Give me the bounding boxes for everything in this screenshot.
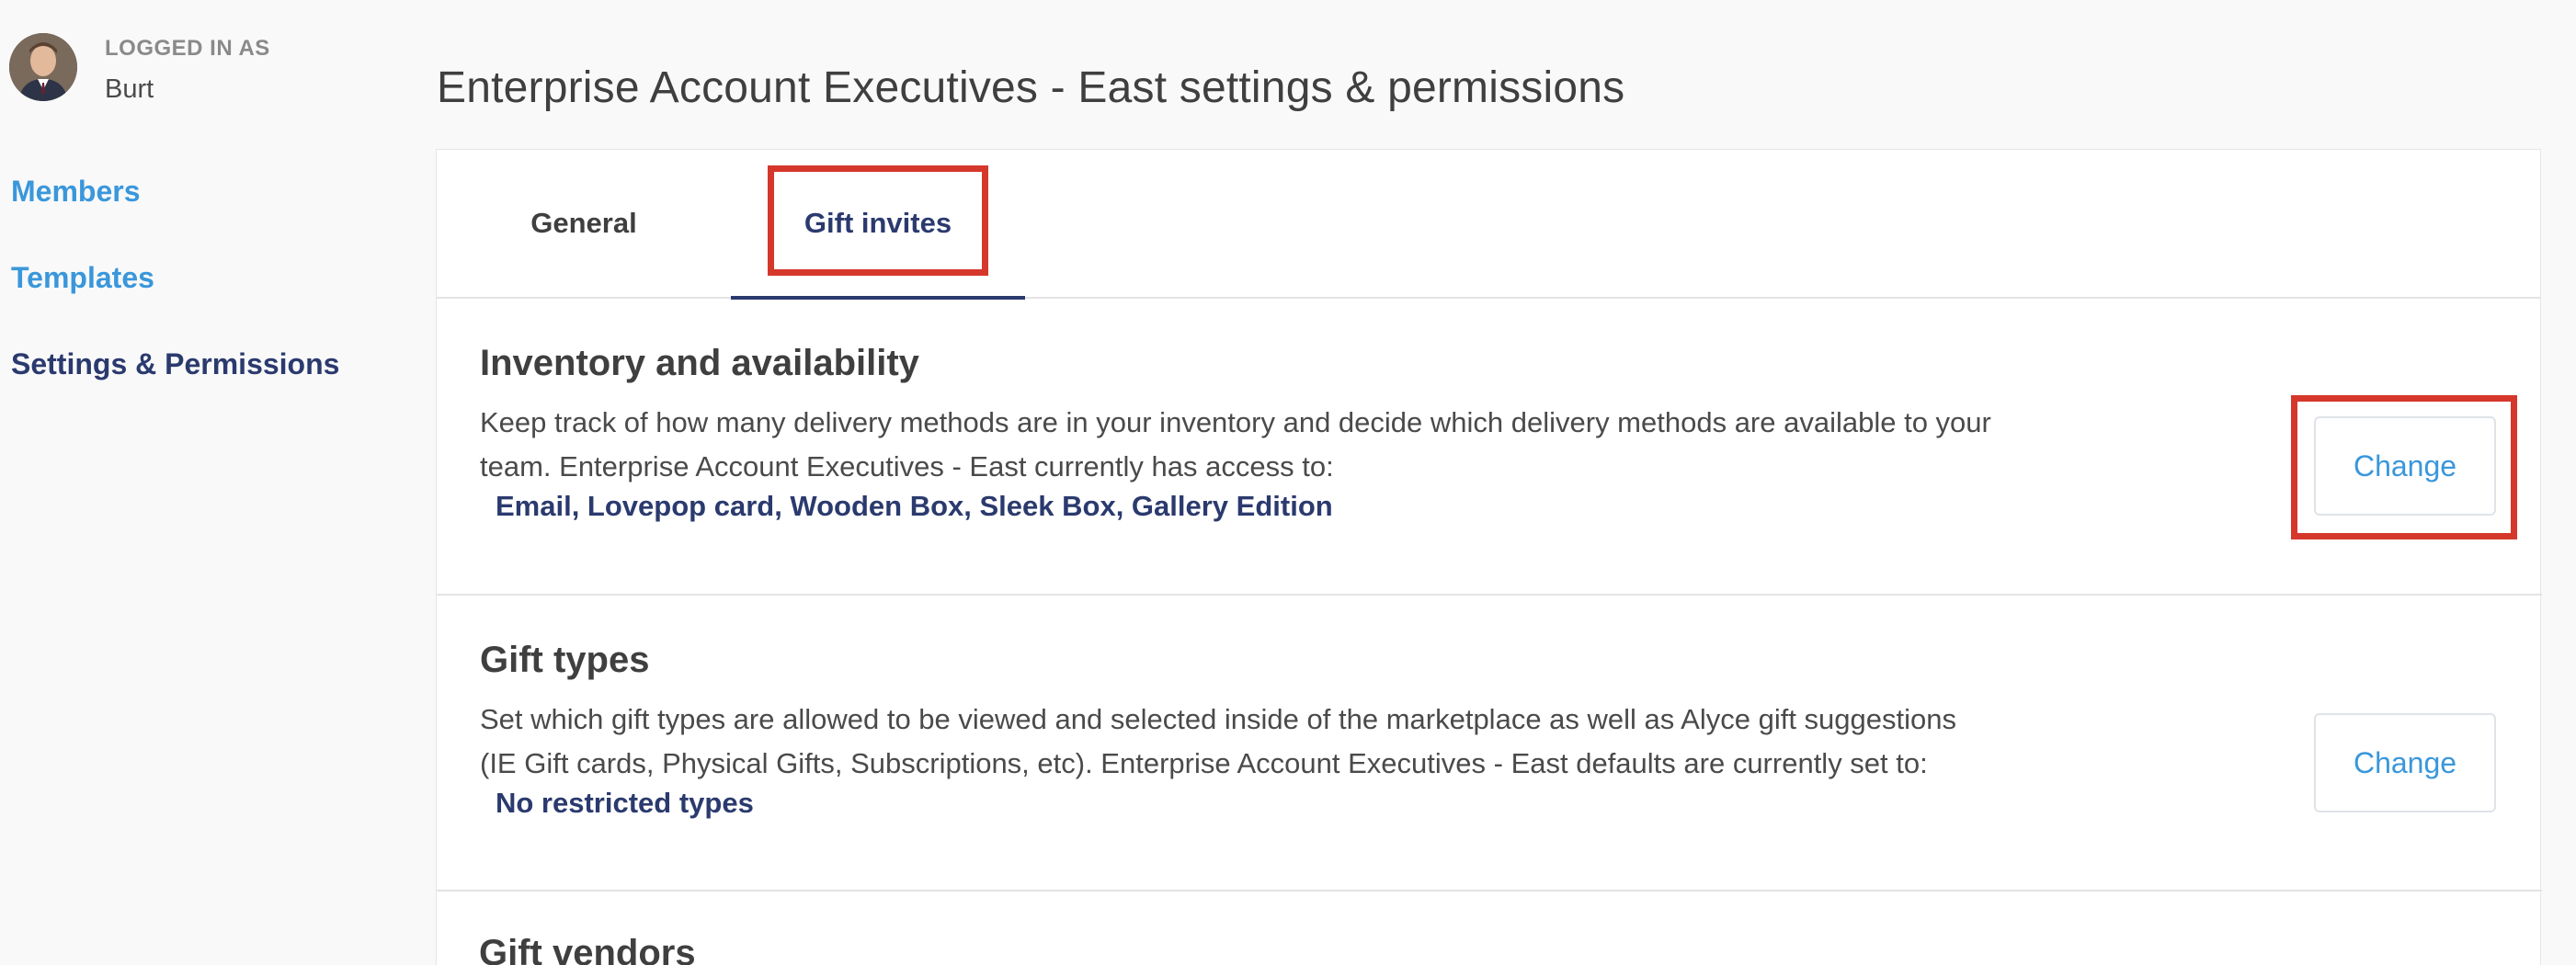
- inventory-title: Inventory and availability: [480, 343, 919, 383]
- user-meta: LOGGED IN AS Burt: [105, 33, 270, 105]
- gift-types-value: No restricted types: [496, 787, 754, 819]
- avatar: [9, 33, 77, 101]
- inventory-value: Email, Lovepop card, Wooden Box, Sleek B…: [496, 490, 1333, 522]
- app-page: LOGGED IN AS Burt Members Templates Sett…: [0, 0, 2576, 965]
- tab-gift-invites-label: Gift invites: [804, 207, 952, 239]
- page-title: Enterprise Account Executives - East set…: [437, 63, 1625, 112]
- gift-types-change-button[interactable]: Change: [2314, 713, 2496, 812]
- user-info: LOGGED IN AS Burt: [9, 33, 270, 105]
- tab-general[interactable]: General: [437, 150, 731, 297]
- logged-in-label: LOGGED IN AS: [105, 36, 270, 61]
- sidebar-item-members[interactable]: Members: [11, 175, 339, 208]
- tab-gift-invites[interactable]: Gift invites: [731, 150, 1025, 300]
- gift-types-title: Gift types: [480, 640, 650, 680]
- inventory-change-button[interactable]: Change: [2314, 416, 2496, 516]
- inventory-description: Keep track of how many delivery methods …: [480, 406, 1991, 482]
- gift-types-description: Set which gift types are allowed to be v…: [480, 703, 1957, 779]
- tab-bar: General Gift invites: [437, 150, 2540, 300]
- sidebar-nav: Members Templates Settings & Permissions: [11, 175, 339, 434]
- sidebar-item-templates[interactable]: Templates: [11, 261, 339, 294]
- inventory-section: Inventory and availability Keep track of…: [437, 299, 2542, 596]
- settings-card: General Gift invites Inventory and avail…: [436, 149, 2542, 965]
- user-name: Burt: [105, 74, 154, 104]
- gift-vendors-title: Gift vendors: [479, 933, 696, 965]
- gift-types-section: Gift types Set which gift types are allo…: [437, 596, 2542, 891]
- sidebar-item-settings-permissions[interactable]: Settings & Permissions: [11, 347, 339, 380]
